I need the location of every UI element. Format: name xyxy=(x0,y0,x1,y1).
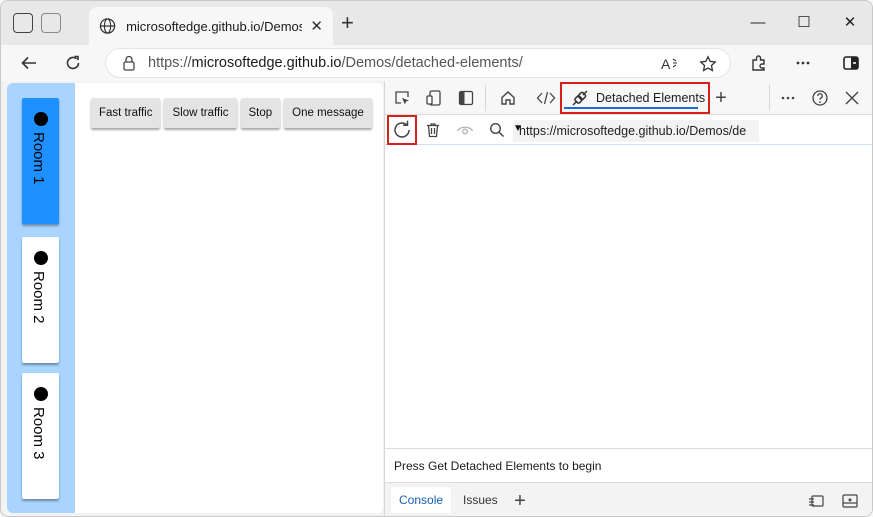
web-page: Room 1 Room 2 Room 3 Fast traffic Slow t… xyxy=(7,83,383,513)
dock-side-icon[interactable] xyxy=(455,87,477,109)
tab-console[interactable]: Console xyxy=(391,487,452,513)
url-path: /Demos/detached-elements/ xyxy=(341,55,523,71)
tab-detached-elements[interactable]: Detached Elements xyxy=(560,82,710,114)
room-label: Room 3 xyxy=(30,407,47,460)
toolbar-divider xyxy=(485,85,486,111)
add-tab-icon[interactable]: + xyxy=(710,87,732,109)
devtools-tab-bar: Detached Elements + xyxy=(385,81,872,115)
close-window-button[interactable]: ✕ xyxy=(839,11,861,33)
device-emulation-icon[interactable] xyxy=(423,87,445,109)
add-drawer-tab-icon[interactable]: + xyxy=(509,490,531,512)
room-label: Room 2 xyxy=(30,271,47,324)
room-3-button[interactable]: Room 3 xyxy=(22,373,59,499)
detached-elements-icon xyxy=(572,90,588,106)
more-icon[interactable] xyxy=(791,51,815,75)
status-message: Press Get Detached Elements to begin xyxy=(385,448,872,482)
target-page-select[interactable]: ▼ https://microsoftedge.github.io/Demos/… xyxy=(513,120,759,142)
tab-console-label: Console xyxy=(399,493,444,507)
dropdown-caret-icon: ▼ xyxy=(513,123,523,134)
sidebar-icon[interactable] xyxy=(839,51,863,75)
globe-icon xyxy=(99,18,116,34)
tab-issues-label: Issues xyxy=(463,493,498,507)
devtools-drawer: Console Issues + xyxy=(385,482,872,516)
detached-elements-results xyxy=(385,145,872,447)
tab-title: microsoftedge.github.io/Demos/detached-e… xyxy=(126,18,302,34)
rooms-sidebar: Room 1 Room 2 Room 3 xyxy=(7,83,75,513)
url-host: microsoftedge.github.io xyxy=(191,55,342,71)
help-icon[interactable] xyxy=(809,87,831,109)
room-label: Room 1 xyxy=(30,132,47,185)
tab-close-icon[interactable]: ✕ xyxy=(310,17,323,35)
tab-strip: microsoftedge.github.io/Demos/detached-e… xyxy=(1,1,872,45)
tab-actions-icon[interactable] xyxy=(13,13,33,33)
svg-text:A: A xyxy=(661,56,671,72)
browser-window: microsoftedge.github.io/Demos/detached-e… xyxy=(0,0,873,517)
refresh-icon[interactable] xyxy=(61,51,85,75)
target-page-url: https://microsoftedge.github.io/Demos/de xyxy=(519,124,747,138)
show-detached-eye-icon[interactable] xyxy=(453,118,477,142)
get-detached-elements-button[interactable] xyxy=(387,115,417,145)
maximize-button[interactable]: ☐ xyxy=(793,11,815,33)
favorite-star-icon[interactable] xyxy=(698,54,718,74)
room-status-dot xyxy=(34,112,48,126)
url-scheme: https:// xyxy=(148,55,192,71)
read-aloud-icon[interactable]: A xyxy=(660,54,680,74)
one-message-button[interactable]: One message xyxy=(284,98,372,128)
browser-toolbar: https://microsoftedge.github.io/Demos/de… xyxy=(1,45,872,81)
lock-icon[interactable] xyxy=(120,54,138,72)
room-status-dot xyxy=(34,251,48,265)
elements-code-icon[interactable] xyxy=(535,87,557,109)
close-devtools-icon[interactable] xyxy=(841,87,863,109)
minimize-button[interactable]: — xyxy=(747,11,769,33)
dock-drawer-icon[interactable] xyxy=(805,490,827,512)
garbage-collect-trash-icon[interactable] xyxy=(421,118,445,142)
browser-tab[interactable]: microsoftedge.github.io/Demos/detached-e… xyxy=(89,7,333,45)
refresh-icon xyxy=(394,120,410,138)
extensions-icon[interactable] xyxy=(747,51,771,75)
room-1-button[interactable]: Room 1 xyxy=(22,98,59,224)
back-icon[interactable] xyxy=(17,51,41,75)
address-bar[interactable]: https://microsoftedge.github.io/Demos/de… xyxy=(105,48,731,78)
close-drawer-icon[interactable] xyxy=(839,490,861,512)
active-tab-underline xyxy=(564,107,698,109)
address-url[interactable]: https://microsoftedge.github.io/Demos/de… xyxy=(148,55,523,71)
more-tools-icon[interactable] xyxy=(777,87,799,109)
new-tab-button[interactable]: + xyxy=(341,11,354,35)
search-icon[interactable] xyxy=(485,118,509,142)
tab-issues[interactable]: Issues xyxy=(455,487,506,513)
fast-traffic-button[interactable]: Fast traffic xyxy=(91,98,161,128)
room-2-button[interactable]: Room 2 xyxy=(22,237,59,363)
welcome-home-icon[interactable] xyxy=(497,87,519,109)
traffic-controls: Fast traffic Slow traffic Stop One messa… xyxy=(91,98,372,128)
inspect-element-icon[interactable] xyxy=(391,87,413,109)
status-text: Press Get Detached Elements to begin xyxy=(394,458,602,473)
toolbar-divider xyxy=(769,85,770,111)
stop-button[interactable]: Stop xyxy=(240,98,281,128)
tab-detached-elements-label: Detached Elements xyxy=(596,91,706,105)
workspaces-icon[interactable] xyxy=(41,13,61,33)
room-status-dot xyxy=(34,387,48,401)
detached-elements-toolbar: ▼ https://microsoftedge.github.io/Demos/… xyxy=(385,115,872,145)
devtools-panel: Detached Elements + ▼ https://microsofte… xyxy=(384,81,872,516)
slow-traffic-button[interactable]: Slow traffic xyxy=(164,98,237,128)
